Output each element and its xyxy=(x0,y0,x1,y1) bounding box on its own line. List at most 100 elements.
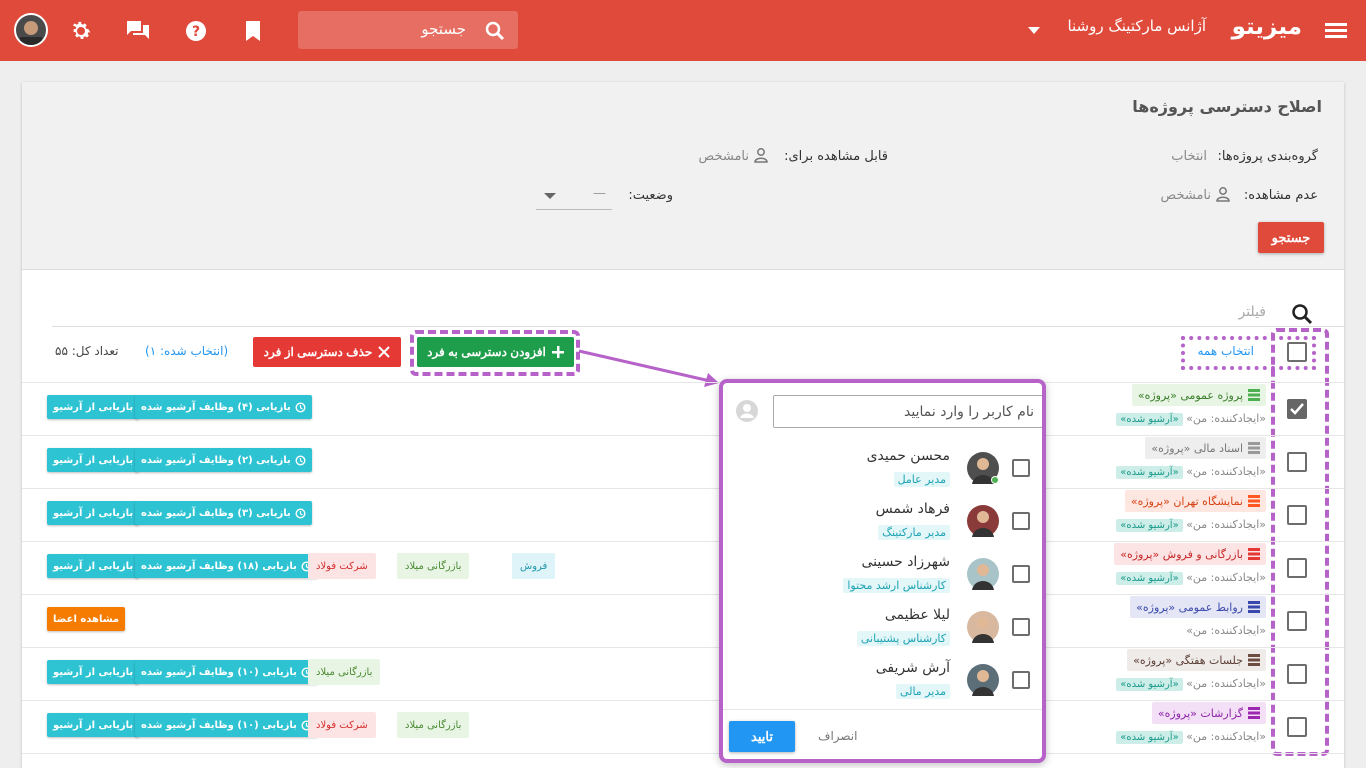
user-name[interactable]: محسن حمیدی xyxy=(867,448,950,464)
status-select[interactable]: — xyxy=(536,182,612,210)
search-button[interactable]: جستجو xyxy=(1258,222,1324,253)
person-icon xyxy=(1215,186,1231,206)
row-checkbox[interactable] xyxy=(1287,717,1307,737)
help-icon[interactable]: ? xyxy=(184,19,208,43)
view-members-button[interactable]: مشاهده اعضا xyxy=(47,607,126,631)
user-checkbox[interactable] xyxy=(1012,565,1030,583)
creator-label: «ایجادکننده: من» xyxy=(1186,571,1266,584)
chevron-down-icon xyxy=(544,193,556,199)
project-meta: «ایجادکننده: من» «آرشیو شده» xyxy=(1116,677,1266,691)
status-label: وضعیت: xyxy=(628,188,673,203)
restore-tasks-button[interactable]: بازیابی (۱۰) وظایف آرشیو شده xyxy=(135,713,318,737)
restore-button[interactable]: بازیابی از آرشیو xyxy=(47,395,140,419)
row-checkbox[interactable] xyxy=(1287,611,1307,631)
online-status-dot xyxy=(991,476,999,484)
restore-tasks-label: بازیابی (۱۸) وظایف آرشیو شده xyxy=(141,560,297,572)
archived-badge: «آرشیو شده» xyxy=(1116,466,1183,479)
restore-button[interactable]: بازیابی از آرشیو xyxy=(47,554,140,578)
select-all-link[interactable]: انتخاب همه xyxy=(1197,344,1254,358)
row-checkbox[interactable] xyxy=(1287,558,1307,578)
user-icon xyxy=(735,399,759,427)
restore-tasks-button[interactable]: بازیابی (۲) وظایف آرشیو شده xyxy=(135,448,312,472)
archived-badge: «آرشیو شده» xyxy=(1116,413,1183,426)
user-avatar xyxy=(967,611,999,643)
project-name[interactable]: گزارشات «پروژه» xyxy=(1151,702,1266,724)
viewable-value[interactable]: نامشخص xyxy=(699,149,749,164)
project-name[interactable]: جلسات هفتگی «پروژه» xyxy=(1127,649,1266,671)
restore-button[interactable]: بازیابی از آرشیو xyxy=(47,713,140,737)
restore-tasks-button[interactable]: بازیابی (۴) وظایف آرشیو شده xyxy=(135,395,312,419)
add-access-button[interactable]: افزودن دسترسی به فرد xyxy=(417,337,574,367)
user-checkbox[interactable] xyxy=(1012,459,1030,477)
not-viewable-value[interactable]: نامشخص xyxy=(1161,188,1211,203)
restore-button[interactable]: بازیابی از آرشیو xyxy=(47,501,140,525)
user-search-input[interactable]: نام کاربر را وارد نمایید xyxy=(773,395,1042,428)
add-access-label: افزودن دسترسی به فرد xyxy=(427,345,546,359)
project-icon xyxy=(1248,389,1260,401)
row-divider xyxy=(22,382,1344,383)
total-count: تعداد کل: ۵۵ xyxy=(55,344,119,358)
user-role: مدیر مارکتینگ xyxy=(878,525,950,540)
agency-selector[interactable]: آژانس مارکتینگ روشنا xyxy=(1067,17,1206,35)
restore-button[interactable]: بازیابی از آرشیو xyxy=(47,448,140,472)
row-checkbox[interactable] xyxy=(1287,399,1307,419)
creator-label: «ایجادکننده: من» xyxy=(1186,518,1266,531)
bookmark-icon[interactable] xyxy=(243,20,263,42)
restore-tasks-label: بازیابی (۲) وظایف آرشیو شده xyxy=(141,454,291,466)
user-name[interactable]: شهرزاد حسینی xyxy=(861,554,950,570)
project-meta: «ایجادکننده: من» «آرشیو شده» xyxy=(1116,730,1266,744)
avatar[interactable] xyxy=(14,13,48,47)
project-title: اسناد مالی «پروژه» xyxy=(1151,441,1243,455)
project-icon xyxy=(1248,654,1260,666)
filter-section: اصلاح دسترسی پروژه‌ها گروه‌بندی پروژه‌ها… xyxy=(22,82,1344,270)
row-checkbox[interactable] xyxy=(1287,505,1307,525)
cancel-button[interactable]: انصراف xyxy=(818,729,857,743)
remove-access-button[interactable]: حذف دسترسی از فرد xyxy=(253,337,401,367)
search-placeholder: جستجو xyxy=(421,20,466,38)
row-checkbox[interactable] xyxy=(1287,664,1307,684)
not-viewable-label: عدم مشاهده: xyxy=(1243,188,1318,203)
user-picker-popup: نام کاربر را وارد نمایید محسن حمیدی مدیر … xyxy=(719,379,1046,763)
project-name[interactable]: روابط عمومی «پروژه» xyxy=(1130,596,1266,618)
project-icon xyxy=(1248,495,1260,507)
gear-icon[interactable] xyxy=(68,18,94,44)
project-name[interactable]: نمایشگاه تهران «پروژه» xyxy=(1124,490,1266,512)
row-checkbox[interactable] xyxy=(1287,452,1307,472)
user-name[interactable]: لیلا عظیمی xyxy=(885,607,950,623)
restore-tasks-button[interactable]: بازیابی (۳) وظایف آرشیو شده xyxy=(135,501,312,525)
chevron-down-icon[interactable] xyxy=(1026,24,1042,36)
user-checkbox[interactable] xyxy=(1012,671,1030,689)
project-name[interactable]: بازرگانی و فروش «پروژه» xyxy=(1114,543,1266,565)
status-value: — xyxy=(593,186,606,201)
user-avatar xyxy=(967,558,999,590)
restore-tasks-button[interactable]: بازیابی (۱۸) وظایف آرشیو شده xyxy=(135,554,318,578)
archived-badge: «آرشیو شده» xyxy=(1116,678,1183,691)
user-checkbox[interactable] xyxy=(1012,512,1030,530)
select-all-checkbox[interactable] xyxy=(1287,342,1307,362)
confirm-button[interactable]: تایید xyxy=(729,721,795,752)
restore-button[interactable]: بازیابی از آرشیو xyxy=(47,660,140,684)
selected-count: (انتخاب شده: ۱) xyxy=(145,344,229,358)
restore-tasks-label: بازیابی (۴) وظایف آرشیو شده xyxy=(141,401,291,413)
user-checkbox[interactable] xyxy=(1012,618,1030,636)
brand-logo[interactable]: میزیتو xyxy=(1232,14,1302,40)
chat-icon[interactable] xyxy=(125,19,151,43)
row-divider xyxy=(22,488,1344,489)
row-divider xyxy=(22,435,1344,436)
callout-arrow xyxy=(578,349,719,387)
user-role: مدیر مالی xyxy=(895,684,950,699)
user-name[interactable]: آرش شریفی xyxy=(876,660,950,676)
project-name[interactable]: اسناد مالی «پروژه» xyxy=(1145,437,1266,459)
filter-input[interactable]: فیلتر xyxy=(1238,304,1266,320)
search-input[interactable]: جستجو xyxy=(298,11,518,49)
project-name[interactable]: پروژه عمومی «پروژه» xyxy=(1131,384,1266,406)
menu-icon[interactable] xyxy=(1324,19,1348,41)
checkbox-column-highlight xyxy=(1271,328,1329,756)
tag-badge: بازرگانی میلاد xyxy=(397,712,470,738)
grouping-select[interactable]: انتخاب xyxy=(1171,149,1207,164)
restore-tasks-button[interactable]: بازیابی (۱۰) وظایف آرشیو شده xyxy=(135,660,318,684)
creator-label: «ایجادکننده: من» xyxy=(1186,624,1266,637)
history-icon xyxy=(295,401,306,413)
remove-access-label: حذف دسترسی از فرد xyxy=(263,345,373,359)
user-name[interactable]: فرهاد شمس xyxy=(876,501,950,517)
